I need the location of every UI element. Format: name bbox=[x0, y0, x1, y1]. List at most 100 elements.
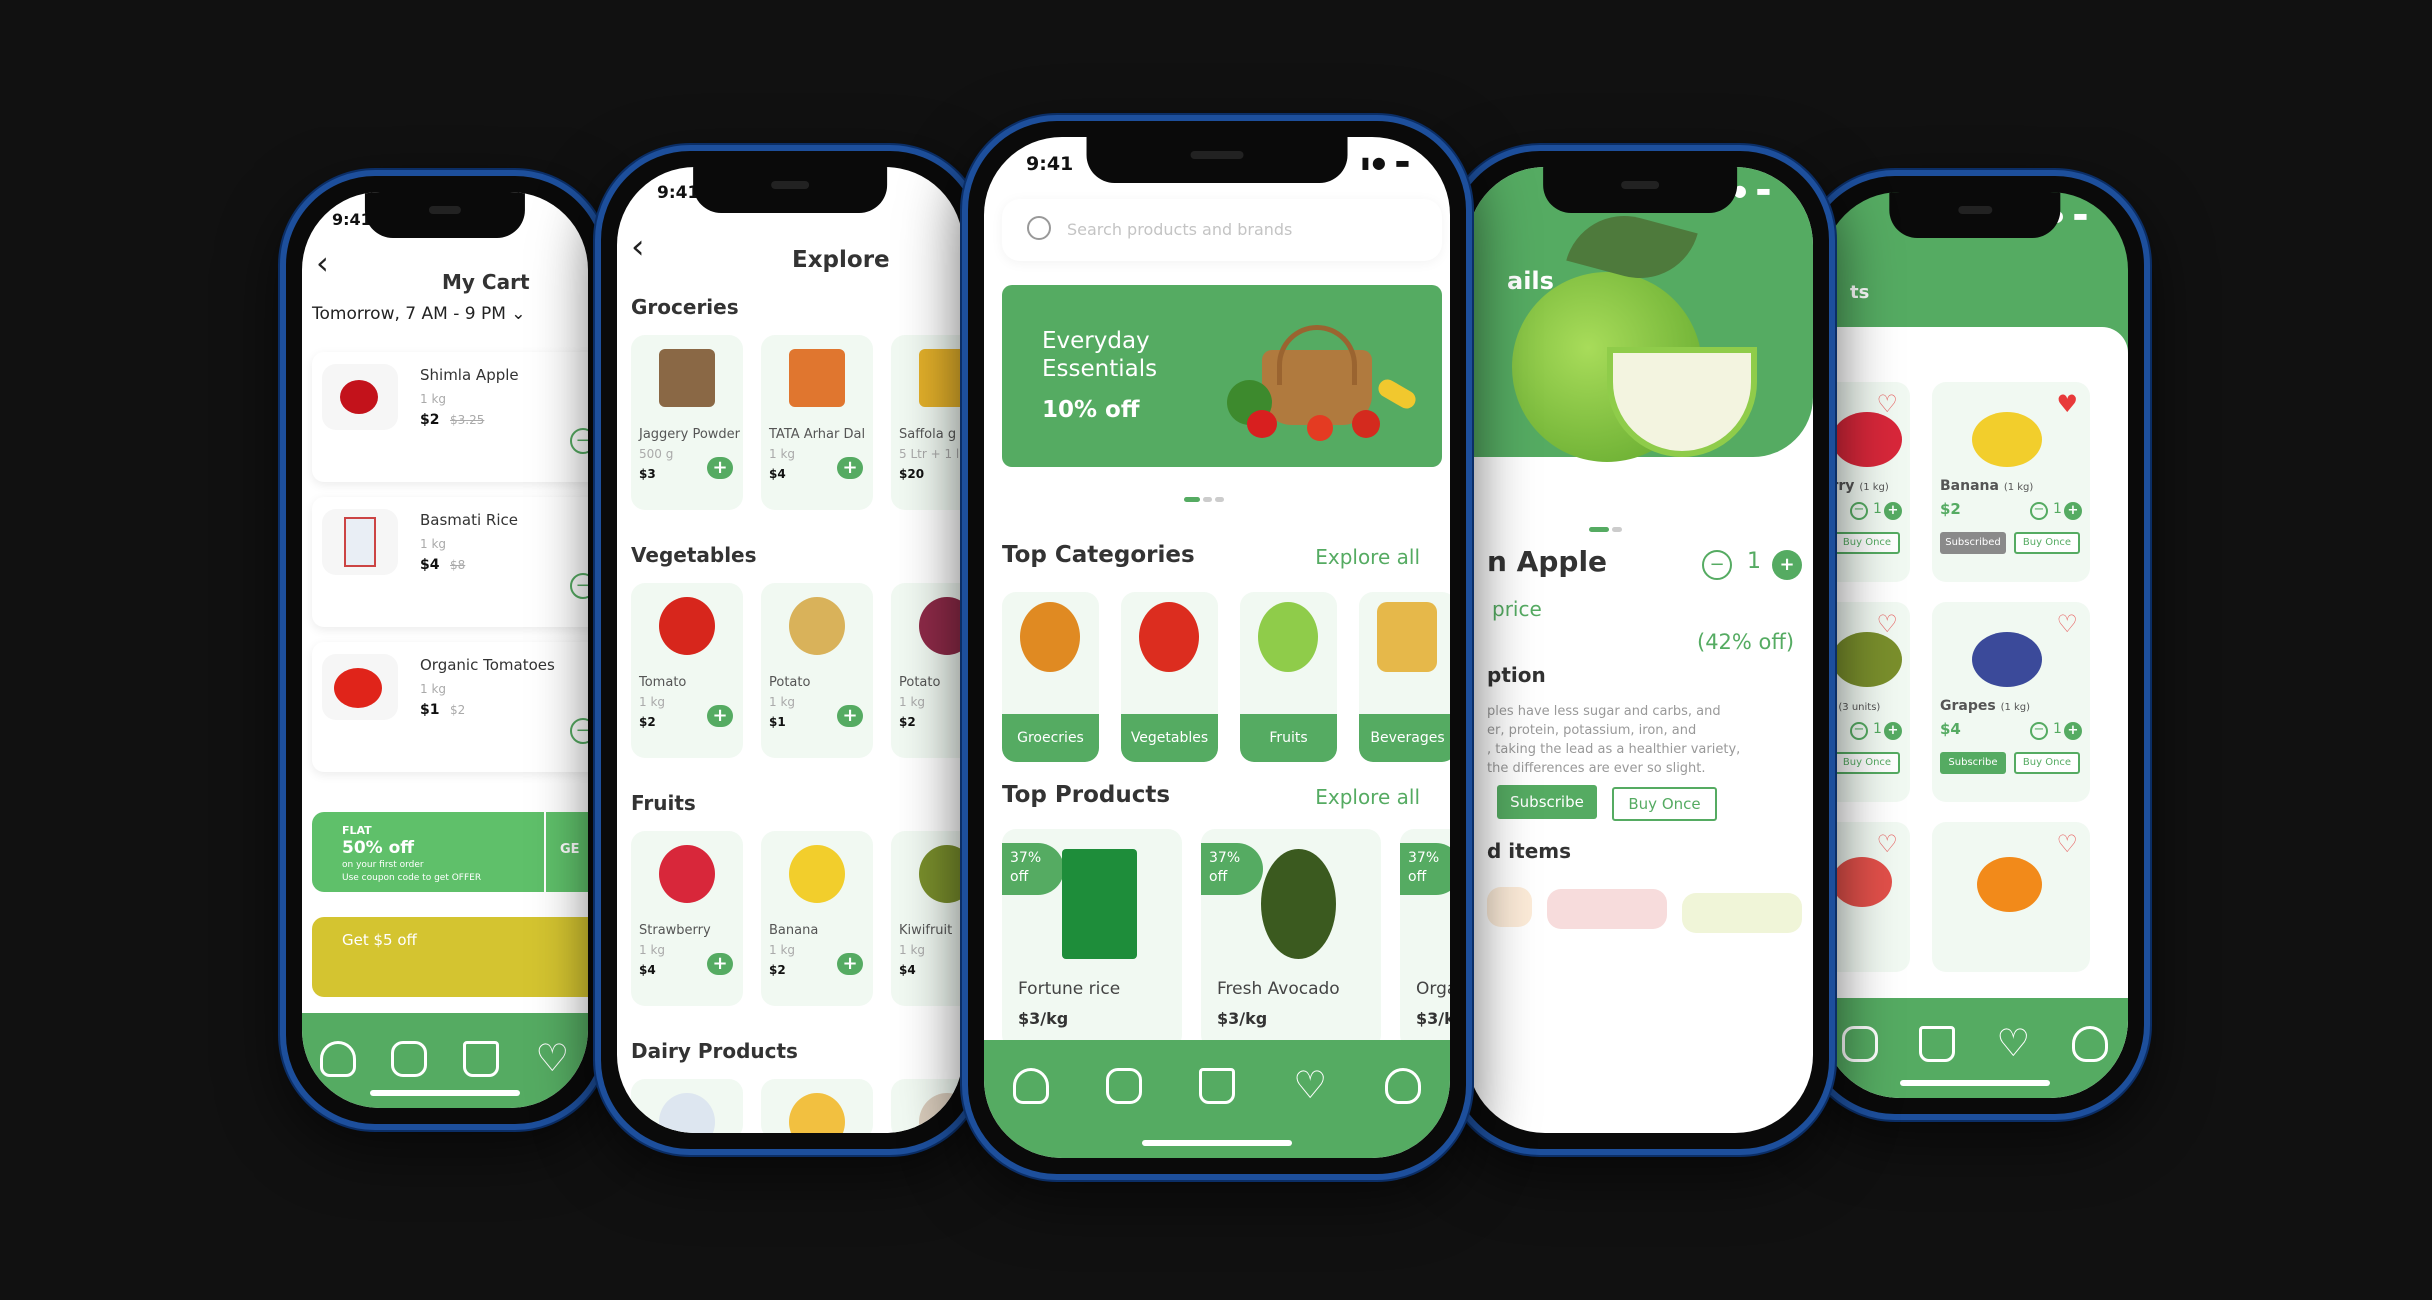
product-name: n Apple bbox=[1487, 545, 1608, 578]
add-button[interactable]: + bbox=[837, 457, 863, 479]
back-icon[interactable]: ‹ bbox=[631, 227, 645, 267]
product-image bbox=[789, 597, 845, 655]
explore-all-products-link[interactable]: Explore all bbox=[1315, 785, 1420, 809]
subscribe-button[interactable]: Subscribe bbox=[1940, 752, 2006, 774]
add-button[interactable]: + bbox=[707, 457, 733, 479]
slide-dot bbox=[1612, 527, 1622, 532]
coupon-divider bbox=[544, 812, 546, 892]
product-card[interactable] bbox=[761, 1079, 873, 1133]
decrease-qty-button[interactable]: − bbox=[1850, 502, 1868, 520]
buy-once-button[interactable]: Buy Once bbox=[2014, 752, 2080, 774]
category-card[interactable]: Beverages bbox=[1359, 592, 1450, 762]
product-card[interactable] bbox=[891, 1079, 963, 1133]
price-label: price bbox=[1492, 597, 1542, 621]
increase-qty-button[interactable]: + bbox=[2064, 722, 2082, 740]
explore-icon[interactable] bbox=[1105, 1068, 1142, 1104]
increase-qty-button[interactable]: + bbox=[1884, 502, 1902, 520]
product-name: Banana bbox=[769, 923, 819, 938]
subscribe-button[interactable]: Subscribe bbox=[1497, 785, 1597, 819]
explore-all-categories-link[interactable]: Explore all bbox=[1315, 545, 1420, 569]
product-card[interactable]: Kiwifruit 1 kg $4 + bbox=[891, 831, 963, 1006]
category-card[interactable]: Vegetables bbox=[1121, 592, 1218, 762]
coupon-label: FLAT bbox=[342, 824, 372, 837]
product-price: $4 bbox=[639, 963, 656, 977]
product-name: Tomato bbox=[639, 675, 687, 690]
phone-home: 9:41 ▮● ▬ Search products and brands Eve… bbox=[962, 115, 1472, 1180]
heart-icon[interactable]: ♡ bbox=[1292, 1066, 1328, 1104]
category-card[interactable]: Groecries bbox=[1002, 592, 1099, 762]
explore-icon[interactable] bbox=[1842, 1026, 1879, 1062]
product-card[interactable]: ♡ bbox=[1932, 822, 2090, 972]
product-card[interactable]: Potato 1 kg $1 + bbox=[761, 583, 873, 758]
product-card[interactable]: Banana 1 kg $2 + bbox=[761, 831, 873, 1006]
product-card[interactable]: Saffola g 5 Ltr + 1 l $20 + bbox=[891, 335, 963, 510]
back-icon[interactable]: ‹ bbox=[316, 244, 329, 282]
add-button[interactable]: + bbox=[707, 953, 733, 975]
buy-once-button[interactable]: Buy Once bbox=[1612, 787, 1717, 821]
product-card[interactable]: ♡ erry (1 kg) − 1 + Buy Once bbox=[1822, 382, 1910, 582]
coupon-card[interactable]: FLAT 50% off on your first order Use cou… bbox=[312, 812, 588, 892]
product-card[interactable]: TATA Arhar Dal 1 kg $4 + bbox=[761, 335, 873, 510]
explore-icon[interactable] bbox=[391, 1041, 428, 1077]
buy-once-button[interactable]: Buy Once bbox=[2014, 532, 2080, 554]
search-input[interactable]: Search products and brands bbox=[1002, 199, 1442, 261]
add-button[interactable]: + bbox=[837, 953, 863, 975]
product-card[interactable]: 37% off Orga $3/kg bbox=[1400, 829, 1450, 1049]
product-card[interactable]: Strawberry 1 kg $4 + bbox=[631, 831, 743, 1006]
buy-once-button[interactable]: Buy Once bbox=[1834, 532, 1900, 554]
notch bbox=[693, 167, 887, 213]
item-qty: 1 kg bbox=[420, 537, 447, 551]
product-card[interactable]: 37% off Fresh Avocado $3/kg bbox=[1201, 829, 1381, 1049]
product-image bbox=[919, 349, 963, 407]
user-icon[interactable] bbox=[1385, 1068, 1422, 1104]
product-qty: 500 g bbox=[639, 447, 674, 461]
product-card[interactable]: Jaggery Powder 500 g $3 + bbox=[631, 335, 743, 510]
product-card[interactable]: ♡ Grapes (1 kg) $4 − 1 + Subscribe Buy Once bbox=[1932, 602, 2090, 802]
cart-icon[interactable] bbox=[1198, 1068, 1235, 1104]
add-button[interactable]: + bbox=[837, 705, 863, 727]
remove-button[interactable]: − bbox=[570, 573, 588, 599]
heart-outline-icon[interactable]: ♡ bbox=[2056, 610, 2078, 638]
delivery-slot-select[interactable]: Tomorrow, 7 AM - 9 PM ⌄ bbox=[312, 304, 526, 324]
home-icon[interactable] bbox=[319, 1041, 356, 1077]
product-card[interactable]: ♥ Banana (1 kg) $2 − 1 + Subscribed Buy Once bbox=[1932, 382, 2090, 582]
cart-icon[interactable] bbox=[462, 1041, 499, 1077]
increase-qty-button[interactable]: + bbox=[1884, 722, 1902, 740]
cart-item: Basmati Rice 1 kg $4 $8 − bbox=[312, 497, 588, 627]
decrease-qty-button[interactable]: − bbox=[2030, 722, 2048, 740]
notch bbox=[1086, 137, 1348, 183]
heart-icon[interactable]: ♡ bbox=[534, 1039, 570, 1077]
decrease-qty-button[interactable]: − bbox=[2030, 502, 2048, 520]
coupon-card[interactable]: Get $5 off bbox=[312, 917, 588, 997]
product-card[interactable]: ♡ it (3 units)− 1 +Buy Once bbox=[1822, 602, 1910, 802]
add-button[interactable]: + bbox=[707, 705, 733, 727]
product-card[interactable]: Tomato 1 kg $2 + bbox=[631, 583, 743, 758]
heart-filled-icon[interactable]: ♥ bbox=[2056, 390, 2078, 418]
user-icon[interactable] bbox=[2071, 1026, 2108, 1062]
product-card[interactable]: Potato 1 kg $2 + bbox=[891, 583, 963, 758]
home-icon[interactable] bbox=[1012, 1068, 1049, 1104]
related-item[interactable] bbox=[1487, 887, 1532, 927]
related-item[interactable] bbox=[1682, 893, 1802, 933]
description-line: er, protein, potassium, iron, and bbox=[1487, 723, 1697, 738]
cart-icon[interactable] bbox=[1918, 1026, 1955, 1062]
remove-button[interactable]: − bbox=[570, 428, 588, 454]
heart-outline-icon[interactable]: ♡ bbox=[2056, 830, 2078, 858]
promo-banner[interactable]: Everyday Essentials 10% off bbox=[1002, 285, 1442, 467]
related-item[interactable] bbox=[1547, 889, 1667, 929]
remove-button[interactable]: − bbox=[570, 718, 588, 744]
page-title: Explore bbox=[792, 247, 890, 273]
decrease-qty-button[interactable]: − bbox=[1850, 722, 1868, 740]
heart-outline-icon[interactable]: ♡ bbox=[1876, 830, 1898, 858]
increase-qty-button[interactable]: + bbox=[2064, 502, 2082, 520]
category-card[interactable]: Fruits bbox=[1240, 592, 1337, 762]
increase-qty-button[interactable]: + bbox=[1772, 550, 1802, 580]
subscribe-button[interactable]: Subscribed bbox=[1940, 532, 2006, 554]
decrease-qty-button[interactable]: − bbox=[1702, 550, 1732, 580]
heart-icon[interactable]: ♡ bbox=[1995, 1024, 2031, 1062]
product-card[interactable] bbox=[631, 1079, 743, 1133]
buy-once-button[interactable]: Buy Once bbox=[1834, 752, 1900, 774]
product-card[interactable]: 37% off Fortune rice $3/kg bbox=[1002, 829, 1182, 1049]
product-card[interactable]: ♡ bbox=[1822, 822, 1910, 972]
section-title: Top Products bbox=[1002, 782, 1171, 808]
